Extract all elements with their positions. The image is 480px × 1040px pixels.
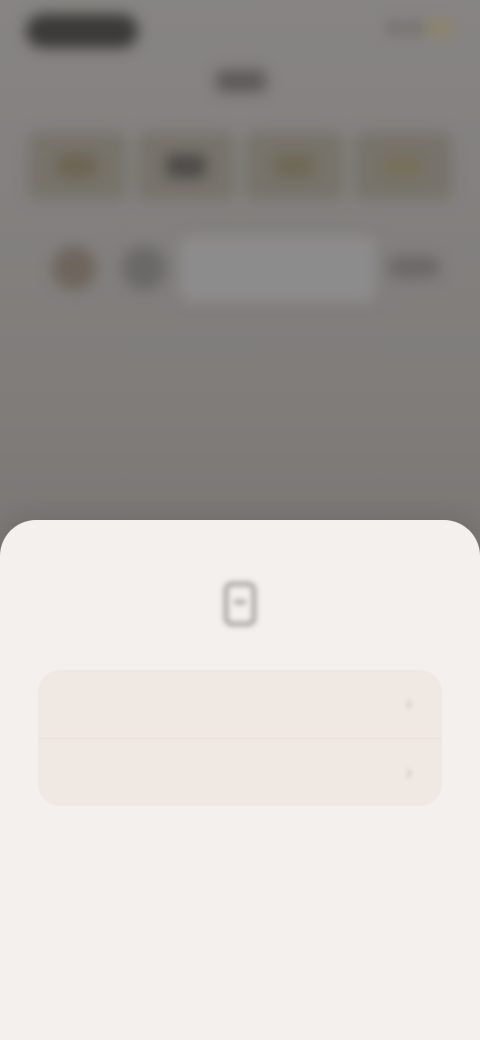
wifi-icon	[408, 22, 422, 34]
bottom-sheet: › ›	[0, 520, 480, 1040]
status-indicators	[388, 22, 450, 34]
chevron-right-icon: ›	[405, 693, 413, 715]
background-page-title	[216, 70, 266, 92]
battery-icon	[428, 22, 450, 34]
action-icon	[388, 256, 440, 278]
background-tile-4	[353, 132, 452, 200]
status-pill	[26, 14, 138, 48]
option-row-1[interactable]: ›	[38, 670, 442, 738]
category-icon	[57, 154, 98, 178]
avatar-icon	[122, 246, 166, 290]
signal-icon	[388, 22, 402, 34]
chevron-right-icon: ›	[405, 761, 413, 784]
sheet-header	[210, 576, 270, 640]
avatar-icon	[52, 246, 96, 290]
background-tile-2	[136, 132, 235, 200]
background-search-row	[44, 236, 444, 304]
background-tile-1	[28, 132, 127, 200]
background-tile-row	[28, 132, 452, 200]
category-icon	[382, 154, 423, 178]
background-tile-3	[245, 132, 344, 200]
option-row-2[interactable]: ›	[38, 738, 442, 806]
document-icon	[224, 582, 256, 626]
options-card: › ›	[38, 670, 442, 806]
background-content	[0, 0, 480, 520]
category-icon	[165, 154, 206, 178]
background-search-field	[180, 236, 376, 302]
app-screen: › ›	[0, 0, 480, 1040]
category-icon	[274, 154, 315, 178]
